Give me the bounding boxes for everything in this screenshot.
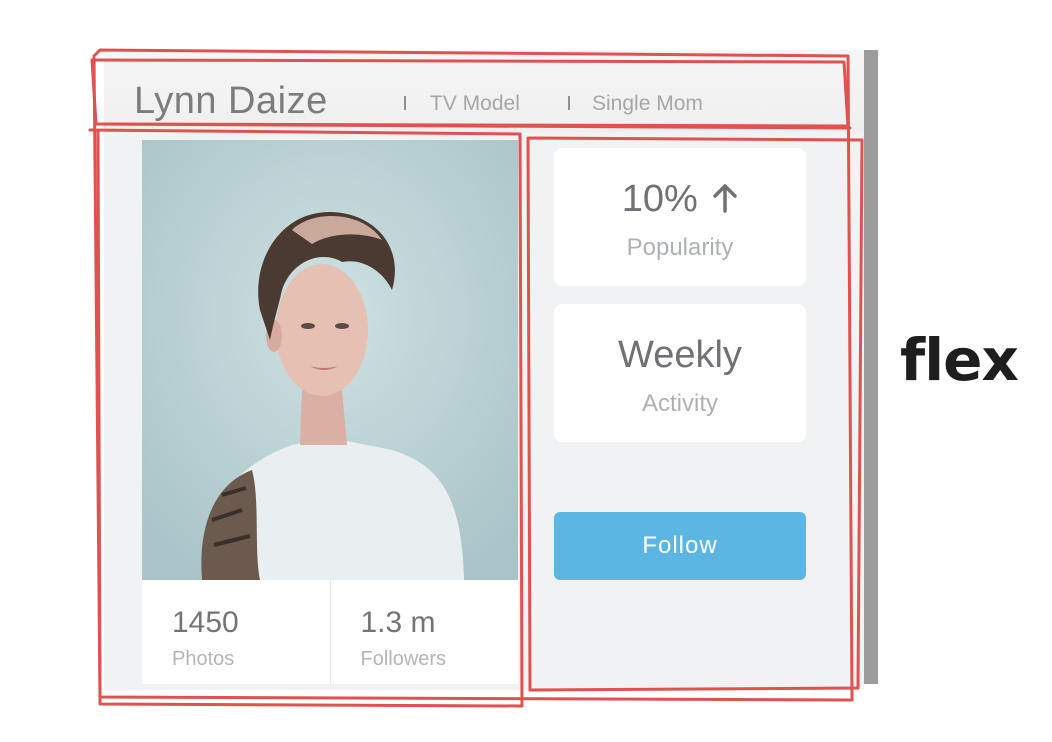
profile-photo <box>142 140 518 580</box>
stat-label: Photos <box>172 648 235 670</box>
metric-label: Activity <box>641 390 718 417</box>
tag-separator <box>568 96 570 110</box>
flex-annotation: flex <box>900 326 1019 394</box>
metric-label: Popularity <box>626 234 734 261</box>
metric-value-row: 10% <box>554 178 806 221</box>
profile-tag: TV Model <box>430 92 520 115</box>
profile-header: Lynn Daize TV Model Single Mom <box>104 50 864 132</box>
stat-label: Followers <box>360 648 447 670</box>
stat-value: 1450 <box>172 606 239 639</box>
scrollbar[interactable] <box>864 50 878 684</box>
stats-bar: 1450 Photos 1.3 m Followers <box>142 580 518 684</box>
profile-tag: Single Mom <box>592 92 703 115</box>
profile-card: Lynn Daize TV Model Single Mom 1450 Phot… <box>104 50 864 690</box>
metric-activity: Weekly Activity <box>554 304 806 442</box>
stat-followers[interactable]: 1.3 m Followers <box>331 580 519 684</box>
follow-button[interactable]: Follow <box>554 512 806 580</box>
metric-value: 10% <box>621 178 698 220</box>
stat-photos[interactable]: 1450 Photos <box>142 580 331 684</box>
metric-popularity: 10% Popularity <box>554 148 806 286</box>
profile-name: Lynn Daize <box>134 80 328 122</box>
tag-separator <box>404 96 406 110</box>
metric-value: Weekly <box>618 334 742 376</box>
arrow-up-icon <box>713 184 738 213</box>
stat-value: 1.3 m <box>360 606 436 639</box>
